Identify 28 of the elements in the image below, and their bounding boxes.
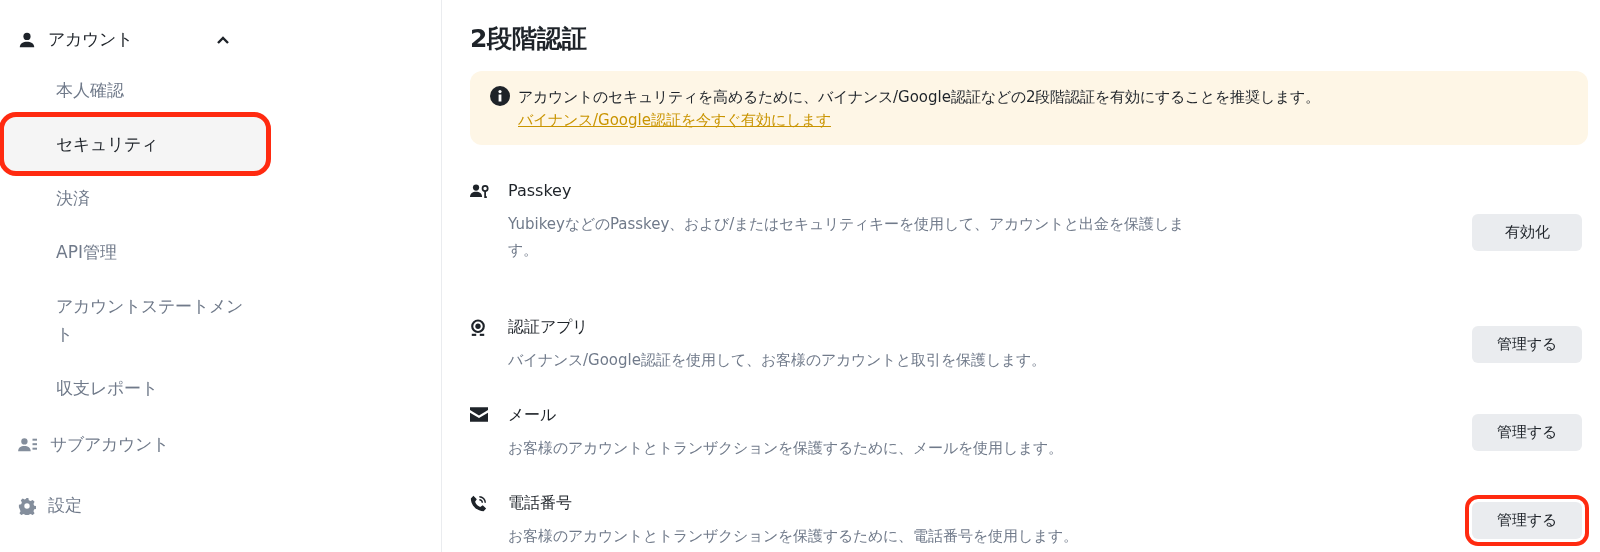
person-icon <box>18 30 36 49</box>
method-title: Passkey <box>508 180 573 202</box>
sidebar-subitem[interactable]: 本人確認 <box>4 63 266 117</box>
enable-link[interactable]: バイナンス/Google認証を今すぐ有効にします <box>518 111 831 129</box>
manage-button[interactable]: 有効化 <box>1472 213 1582 251</box>
method-title: 認証アプリ <box>508 316 589 338</box>
sidebar-subitem[interactable]: アカウントステートメント <box>4 279 266 361</box>
manage-button[interactable]: 管理する <box>1472 325 1582 363</box>
notice-text: アカウントのセキュリティを高めるために、バイナンス/Google認証などの2段階認証を有効にすることを推奨します。 <box>518 87 1321 108</box>
person-key-icon <box>470 183 492 199</box>
person-list-icon <box>18 435 38 454</box>
method-description: お客様のアカウントとトランザクションを保護するために、電話番号を使用します。 <box>508 526 1079 547</box>
sidebar-subitem[interactable]: 決済 <box>4 171 266 225</box>
method-description: お客様のアカウントとトランザクションを保護するために、メールを使用します。 <box>508 438 1064 459</box>
page-title: 2段階認証 <box>470 23 589 55</box>
sidebar-item[interactable]: サブアカウント <box>0 425 230 464</box>
method-description: バイナンス/Google認証を使用して、お客様のアカウントと取引を保護します。 <box>508 350 1047 371</box>
method-title: メール <box>508 404 557 426</box>
method-title: 電話番号 <box>508 492 573 514</box>
manage-button[interactable]: 管理する <box>1472 413 1582 451</box>
sidebar-item[interactable]: 設定 <box>0 486 230 525</box>
info-icon <box>490 86 510 106</box>
settings-icon <box>18 496 36 515</box>
sidebar-item[interactable]: アカウント <box>0 20 230 59</box>
manage-button[interactable]: 管理する <box>1472 501 1582 539</box>
sidebar-subitem[interactable]: API管理 <box>4 225 266 279</box>
method-description: YubikeyなどのPasskey、および/またはセキュリティキーを使用して、アカウントと出金を保護します。 <box>508 214 1186 261</box>
sidebar-subitem[interactable]: 収支レポート <box>4 361 266 415</box>
